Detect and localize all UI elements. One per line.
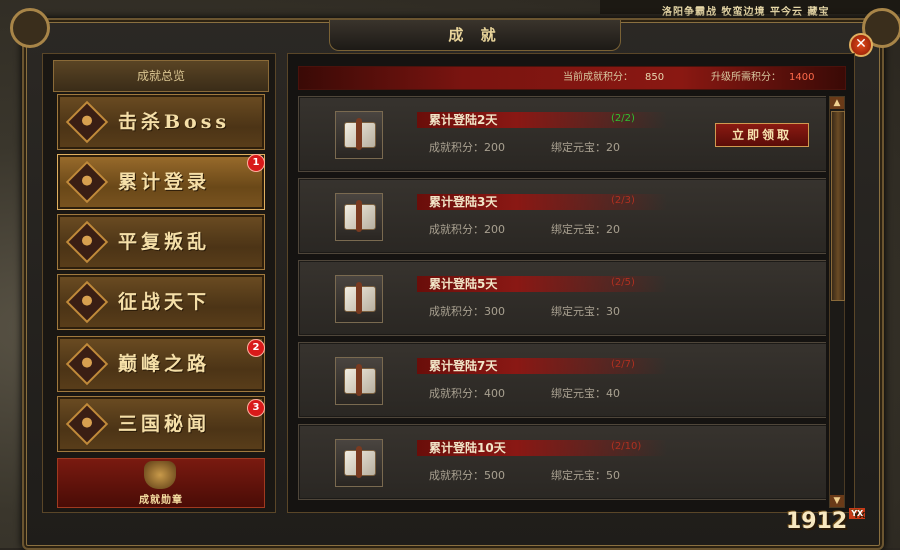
sidebar-item-quell-rebellion[interactable]: 平复叛乱: [57, 214, 265, 270]
scroll-icon: [335, 275, 383, 323]
scroll-icon: [335, 111, 383, 159]
achievement-points: 成就积分：500: [429, 469, 505, 482]
achievement-points: 成就积分：300: [429, 305, 505, 318]
achievement-name: 累计登陆7天: [429, 359, 498, 373]
next-level-points-label: 升级所需积分：: [711, 72, 781, 83]
sidebar-item-label: 平复叛乱: [118, 231, 211, 253]
achievement-points: 成就积分：200: [429, 141, 505, 154]
sidebar-item-kill-boss[interactable]: 击杀Boss: [57, 94, 265, 150]
category-sidebar: 成就总览 击杀Boss 累计登录 平复叛乱 征战天下 巅峰之路 三国秘闻 1 2…: [42, 53, 276, 513]
watermark-tag: YX: [849, 508, 866, 519]
achievement-row: 累计登陆3天 (2/3) 成就积分：200 绑定元宝：20: [298, 178, 826, 254]
achievement-name: 累计登陆2天: [429, 113, 498, 127]
notification-badge: 3: [247, 399, 265, 417]
dragon-emblem-icon: [65, 402, 109, 446]
window-title-bar: 成 就: [329, 20, 621, 51]
achievement-ingot-reward: 绑定元宝：40: [551, 387, 620, 400]
current-points-value: 850: [645, 72, 665, 83]
sidebar-item-peak-road[interactable]: 巅峰之路: [57, 336, 265, 392]
sidebar-header: 成就总览: [53, 60, 269, 92]
dragon-emblem-icon: [65, 342, 109, 386]
scroll-icon: [335, 439, 383, 487]
sidebar-item-cumulative-login[interactable]: 累计登录: [57, 154, 265, 210]
scroll-icon: [335, 357, 383, 405]
sidebar-item-conquer-world[interactable]: 征战天下: [57, 274, 265, 330]
beast-medal-icon: [144, 461, 176, 489]
scroll-down-icon[interactable]: ▼: [830, 495, 844, 507]
dragon-emblem-icon: [65, 280, 109, 324]
achievement-row: 累计登陆7天 (2/7) 成就积分：400 绑定元宝：40: [298, 342, 826, 418]
achievement-name: 累计登陆5天: [429, 277, 498, 291]
achievement-list-panel: 当前成就积分： 850 升级所需积分： 1400 累计登陆2天 (2/2) 成就…: [287, 53, 855, 513]
claim-reward-button[interactable]: 立即领取: [715, 123, 809, 147]
achievement-list: 累计登陆2天 (2/2) 成就积分：200 绑定元宝：20 立即领取 累计登陆3…: [298, 96, 826, 506]
points-summary-bar: 当前成就积分： 850 升级所需积分： 1400: [298, 66, 846, 90]
sidebar-item-three-kingdoms-secrets[interactable]: 三国秘闻: [57, 396, 265, 452]
corner-ornament-icon: [10, 8, 50, 48]
list-scrollbar[interactable]: ▲ ▼: [829, 96, 845, 508]
achievement-progress: (2/3): [611, 195, 635, 206]
achievement-medal-button[interactable]: 成就勋章: [57, 458, 265, 508]
watermark-brand: 1912: [786, 509, 848, 534]
sidebar-item-label: 累计登录: [118, 171, 211, 193]
achievement-row: 累计登陆2天 (2/2) 成就积分：200 绑定元宝：20 立即领取: [298, 96, 826, 172]
achievement-progress: (2/2): [611, 113, 635, 124]
dragon-emblem-icon: [65, 100, 109, 144]
sidebar-item-label: 巅峰之路: [118, 353, 211, 375]
achievement-ingot-reward: 绑定元宝：20: [551, 141, 620, 154]
sidebar-item-label: 征战天下: [118, 291, 211, 313]
notification-badge: 1: [247, 154, 265, 172]
medal-label: 成就勋章: [139, 495, 183, 506]
dragon-emblem-icon: [65, 220, 109, 264]
achievement-ingot-reward: 绑定元宝：30: [551, 305, 620, 318]
sidebar-item-label: 三国秘闻: [118, 413, 211, 435]
dragon-emblem-icon: [65, 160, 109, 204]
scroll-thumb[interactable]: [831, 111, 845, 301]
achievement-progress: (2/7): [611, 359, 635, 370]
achievement-row: 累计登陆10天 (2/10) 成就积分：500 绑定元宝：50: [298, 424, 826, 500]
achievement-name: 累计登陆10天: [429, 441, 506, 455]
world-top-text: 洛阳争霸战 牧蛮边境 平今云 藏宝: [662, 7, 830, 18]
achievement-ingot-reward: 绑定元宝：20: [551, 223, 620, 236]
achievement-points: 成就积分：400: [429, 387, 505, 400]
achievement-row: 累计登陆5天 (2/5) 成就积分：300 绑定元宝：30: [298, 260, 826, 336]
site-watermark-logo: 1912 YX: [786, 508, 866, 534]
achievement-progress: (2/10): [611, 441, 642, 452]
scroll-up-icon[interactable]: ▲: [830, 97, 844, 109]
window-title: 成 就: [448, 26, 502, 44]
scroll-icon: [335, 193, 383, 241]
achievement-points: 成就积分：200: [429, 223, 505, 236]
sidebar-item-label: 击杀Boss: [118, 111, 231, 133]
world-top-bar: 洛阳争霸战 牧蛮边境 平今云 藏宝: [600, 0, 900, 18]
next-level-points-value: 1400: [789, 72, 815, 83]
achievement-name: 累计登陆3天: [429, 195, 498, 209]
achievement-progress: (2/5): [611, 277, 635, 288]
notification-badge: 2: [247, 339, 265, 357]
achievement-ingot-reward: 绑定元宝：50: [551, 469, 620, 482]
current-points-label: 当前成就积分：: [563, 72, 633, 83]
